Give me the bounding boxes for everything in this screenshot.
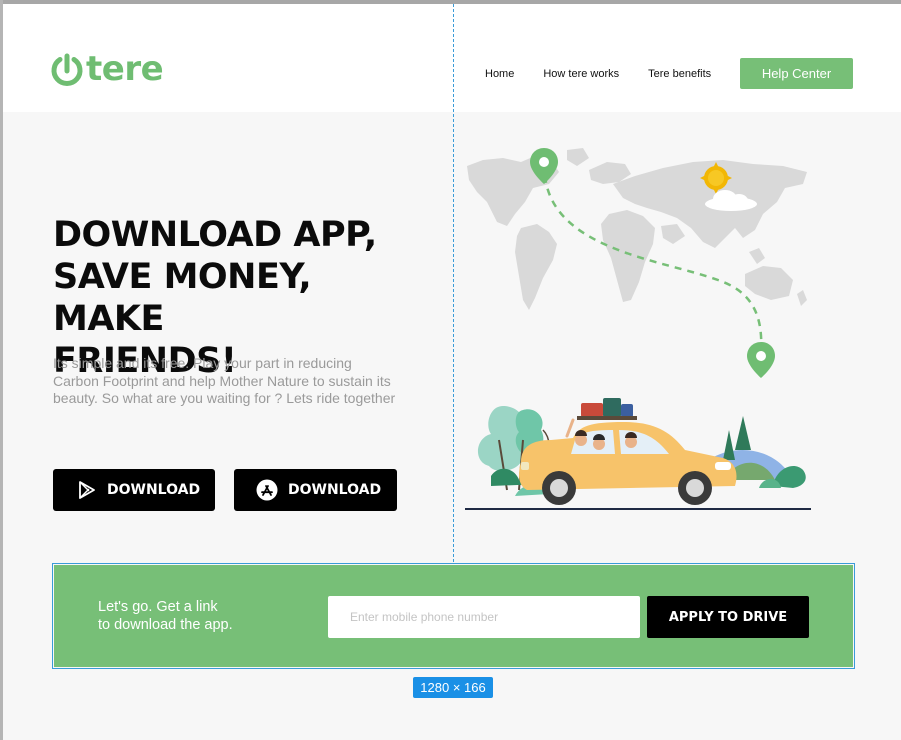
logo-text: tere xyxy=(86,49,164,89)
main-nav: Home How tere works Tere benefits xyxy=(485,58,711,90)
tere-logo[interactable]: tere xyxy=(50,49,164,89)
headline-line-1: DOWNLOAD APP, xyxy=(53,215,377,255)
app-link-banner: Let's go. Get a link to download the app… xyxy=(54,565,853,667)
download-play-label: DOWNLOAD xyxy=(107,482,201,498)
hero-illustration xyxy=(465,148,811,510)
apply-to-drive-button[interactable]: APPLY TO DRIVE xyxy=(647,596,809,638)
download-app-store-button[interactable]: DOWNLOAD xyxy=(234,469,397,511)
layout-guide-line xyxy=(453,4,454,562)
hero-subtext: Its simple and its free. Play your part … xyxy=(53,355,396,406)
power-icon xyxy=(51,53,83,86)
map-pin-end-icon xyxy=(747,342,775,378)
phone-number-input[interactable] xyxy=(328,596,640,638)
download-appstore-label: DOWNLOAD xyxy=(288,482,382,498)
world-map xyxy=(467,148,807,310)
luggage-icon xyxy=(577,398,637,420)
car-scene xyxy=(477,398,806,505)
play-store-icon xyxy=(77,480,97,500)
help-center-button[interactable]: Help Center xyxy=(740,58,853,89)
nav-how-tere-works-link[interactable]: How tere works xyxy=(543,68,619,80)
banner-text-line-1: Let's go. Get a link xyxy=(98,599,218,615)
nav-home-link[interactable]: Home xyxy=(485,68,514,80)
nav-tere-benefits-link[interactable]: Tere benefits xyxy=(648,68,711,80)
app-store-icon xyxy=(256,479,278,501)
headline-line-2: SAVE MONEY, MAKE xyxy=(53,257,312,339)
banner-text: Let's go. Get a link to download the app… xyxy=(98,598,233,634)
selection-size-badge: 1280 × 166 xyxy=(413,677,493,698)
download-play-store-button[interactable]: DOWNLOAD xyxy=(53,469,215,511)
banner-text-line-2: to download the app. xyxy=(98,617,233,633)
